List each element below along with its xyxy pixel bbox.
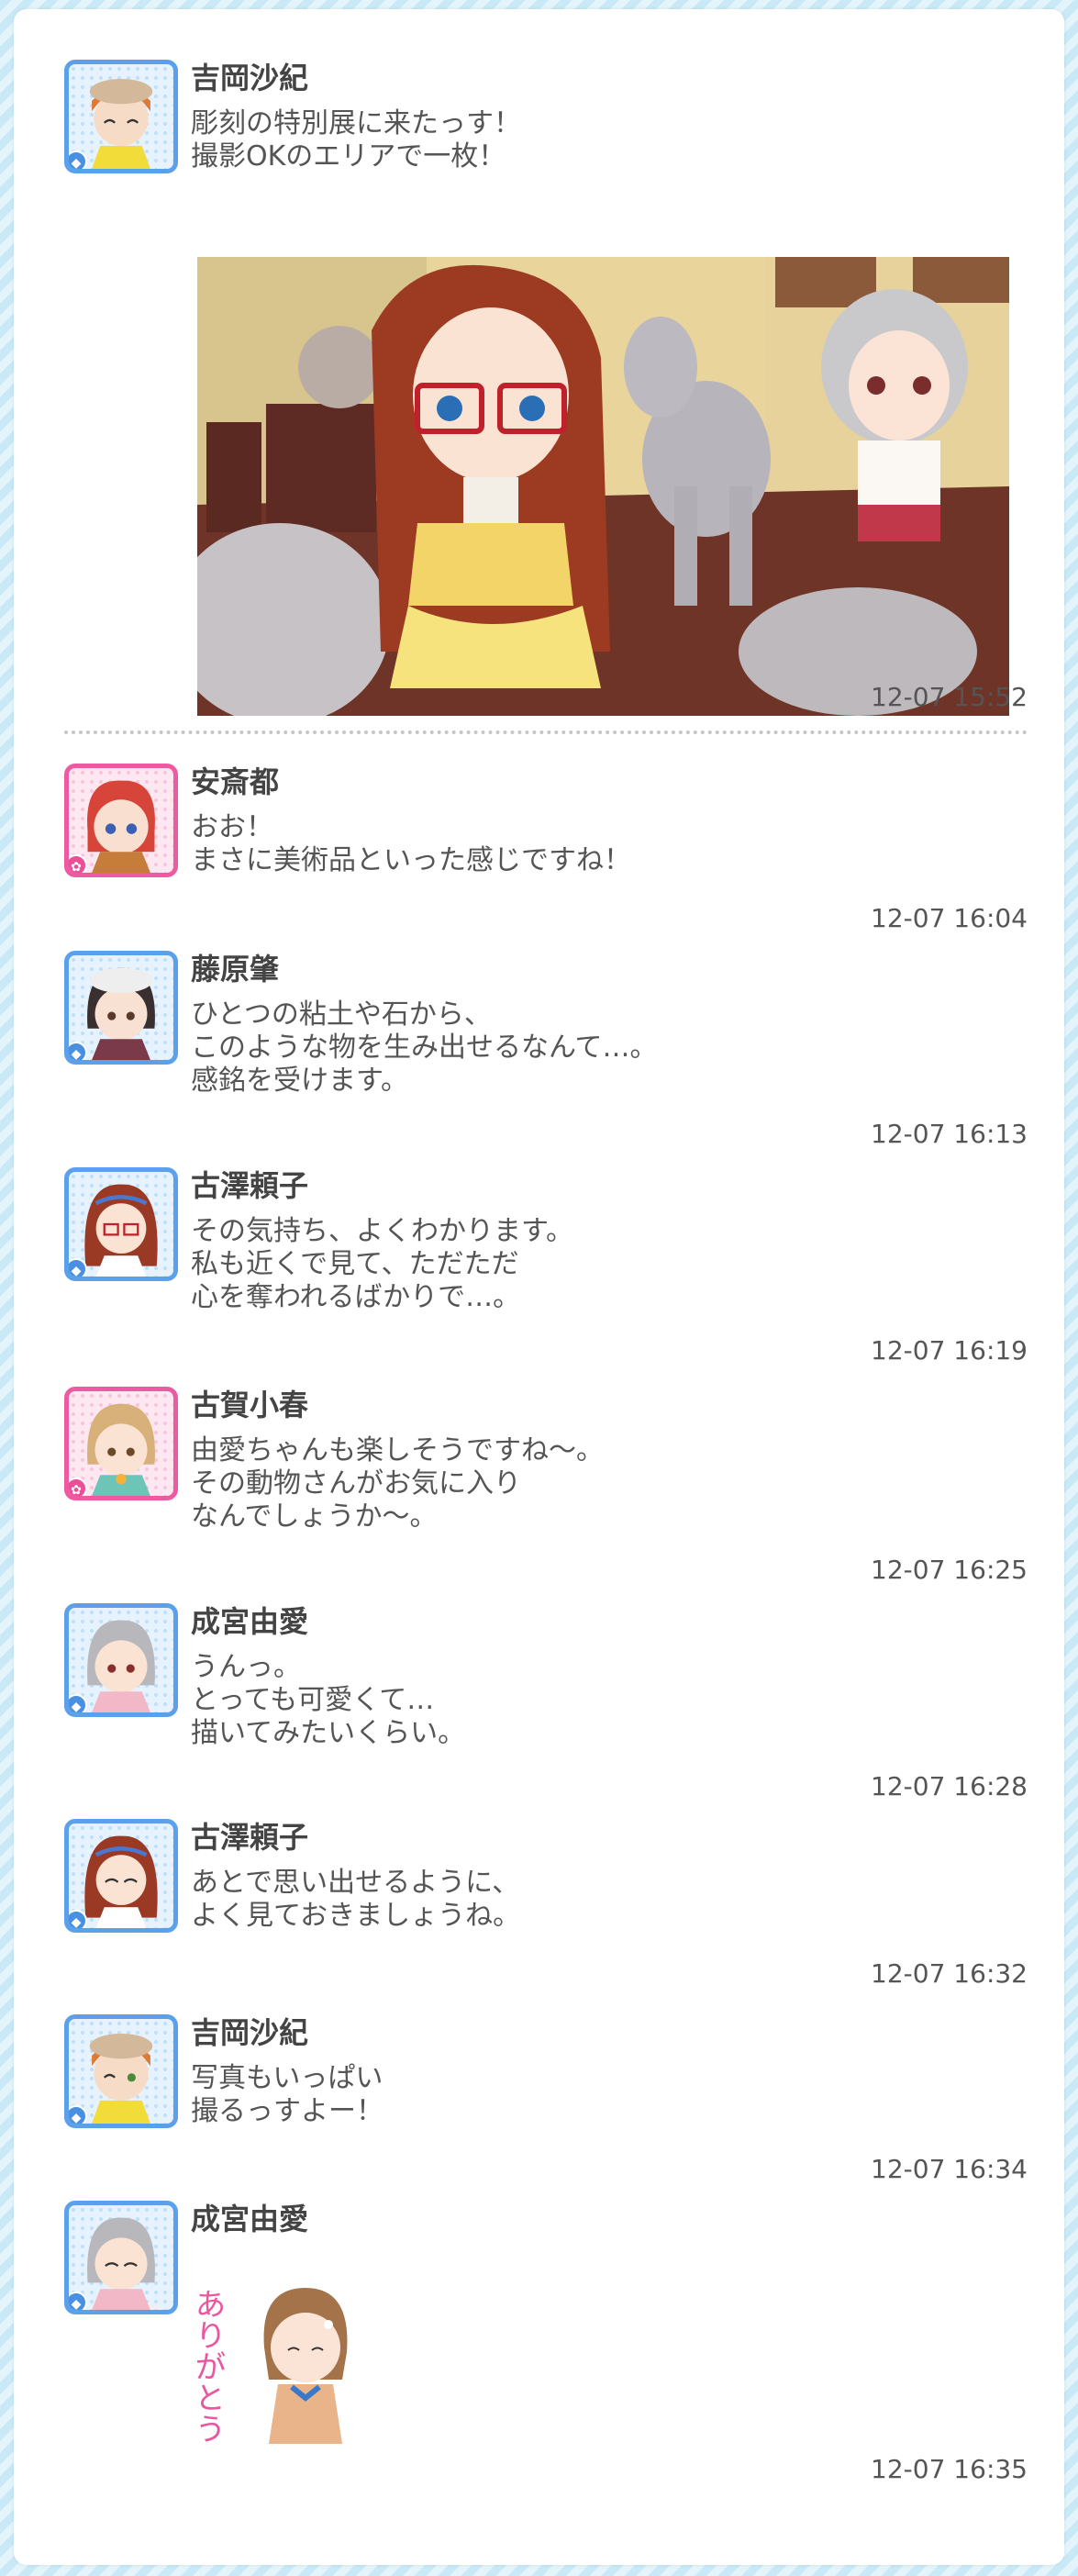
sender-name: 成宮由愛	[191, 1604, 309, 1639]
sender-name: 安斎都	[191, 764, 280, 799]
chat-message: ◆ 古澤頼子 あとで思い出せるように、 よく見ておきましょうね。 12-07 1…	[64, 1819, 1028, 1993]
timestamp: 12-07 16:32	[871, 1958, 1028, 1989]
timestamp: 12-07 16:25	[871, 1555, 1028, 1585]
timestamp: 12-07 16:19	[871, 1335, 1028, 1366]
chat-message: ◆ 成宮由愛 うんっ。 とっても可愛くて… 描いてみたいくらい。 12-07 1…	[64, 1603, 1028, 1805]
message-text: うんっ。 とっても可愛くて… 描いてみたいくらい。	[191, 1651, 466, 1749]
avatar[interactable]: ◆	[64, 2014, 178, 2128]
flower-icon: ✿	[69, 854, 87, 873]
message-text: 写真もいっぱい 撮るっすよー！	[191, 2062, 383, 2127]
avatar[interactable]: ◆	[64, 1819, 178, 1933]
photo-attachment[interactable]	[197, 257, 1009, 716]
chat-message: ◆ 吉岡沙紀 彫刻の特別展に来たっす！ 撮影OKのエリアで一枚！ 12-07 1…	[64, 60, 1028, 716]
message-text: 由愛ちゃんも楽しそうですね～。 その動物さんがお気に入り なんでしょうか～。	[191, 1434, 604, 1533]
avatar[interactable]: ✿	[64, 764, 178, 877]
avatar[interactable]: ◆	[64, 2201, 178, 2314]
chat-message: ◆ 古澤頼子 その気持ち、よくわかります。 私も近くで見て、ただただ 心を奪われ…	[64, 1167, 1028, 1369]
diamond-icon: ◆	[69, 151, 87, 169]
avatar[interactable]: ◆	[64, 1167, 178, 1281]
diamond-icon: ◆	[69, 1910, 87, 1928]
timestamp: 12-07 16:04	[871, 903, 1028, 933]
sender-name: 吉岡沙紀	[191, 61, 309, 95]
diamond-icon: ◆	[69, 1694, 87, 1712]
sender-name: 吉岡沙紀	[191, 2015, 309, 2050]
chat-message: ✿ 古賀小春 由愛ちゃんも楽しそうですね～。 その動物さんがお気に入り なんでし…	[64, 1387, 1028, 1589]
diamond-icon: ◆	[69, 2292, 87, 2310]
timestamp: 12-07 16:28	[871, 1771, 1028, 1801]
avatar[interactable]: ◆	[64, 60, 178, 173]
chat-message: ◆ 藤原肇 ひとつの粘土や石から、 このような物を生み出せるなんて…。 感銘を受…	[64, 951, 1028, 1153]
avatar[interactable]: ✿	[64, 1387, 178, 1500]
timestamp: 12-07 16:35	[871, 2454, 1028, 2484]
chat-message: ✿ 安斎都 おお！ まさに美術品といった感じですね！ 12-07 16:04	[64, 764, 1028, 938]
diamond-icon: ◆	[69, 2105, 87, 2124]
sender-name: 古澤頼子	[191, 1168, 309, 1203]
diamond-icon: ◆	[69, 1258, 87, 1277]
message-text: 彫刻の特別展に来たっす！ 撮影OKのエリアで一枚！	[191, 107, 521, 173]
sender-name: 古賀小春	[191, 1388, 309, 1422]
diamond-icon: ◆	[69, 1042, 87, 1060]
message-text: その気持ち、よくわかります。 私も近くで見て、ただただ 心を奪われるばかりで…。	[191, 1215, 573, 1313]
avatar[interactable]: ◆	[64, 951, 178, 1065]
timestamp: 12-07 16:13	[871, 1119, 1028, 1149]
sticker[interactable]: ありがとう	[189, 2260, 356, 2444]
timestamp: 12-07 16:34	[871, 2154, 1028, 2184]
message-text: ひとつの粘土や石から、 このような物を生み出せるなんて…。 感銘を受けます。	[191, 998, 658, 1097]
timestamp: 12-07 15:52	[871, 682, 1028, 712]
message-text: あとで思い出せるように、 よく見ておきましょうね。	[191, 1867, 521, 1932]
sender-name: 古澤頼子	[191, 1820, 309, 1855]
chat-message: ◆ 吉岡沙紀 写真もいっぱい 撮るっすよー！ 12-07 16:34	[64, 2014, 1028, 2189]
message-text: おお！ まさに美術品といった感じですね！	[191, 811, 631, 876]
sender-name: 藤原肇	[191, 952, 280, 987]
sticker-text: ありがとう	[191, 2288, 226, 2444]
flower-icon: ✿	[69, 1478, 87, 1496]
sender-name: 成宮由愛	[191, 2202, 309, 2236]
chat-card: ◆ 吉岡沙紀 彫刻の特別展に来たっす！ 撮影OKのエリアで一枚！ 12-07 1…	[14, 9, 1064, 2565]
chat-message: ◆ 成宮由愛 ありがとう 12-07 16:35	[64, 2201, 1028, 2513]
avatar[interactable]: ◆	[64, 1603, 178, 1717]
divider	[64, 730, 1028, 734]
